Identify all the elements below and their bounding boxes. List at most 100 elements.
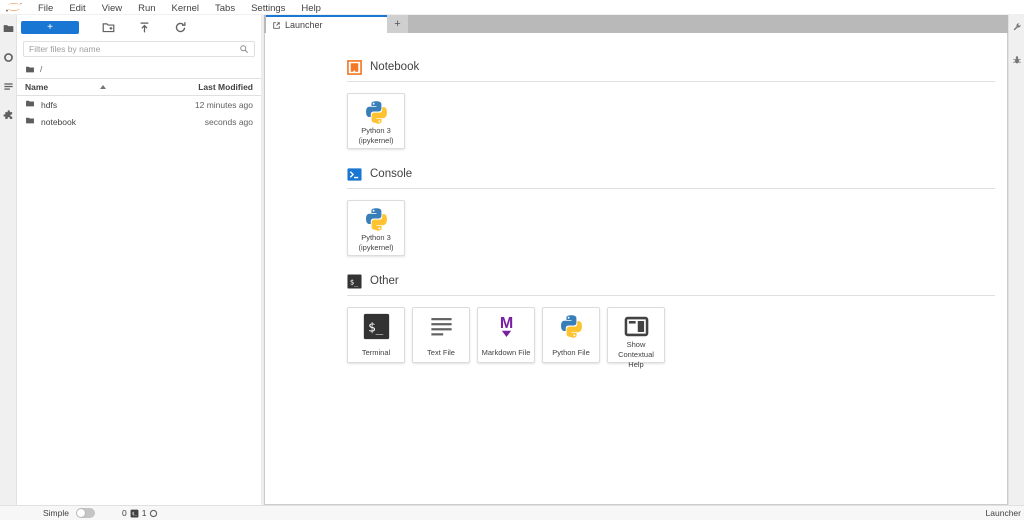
card-row: Python 3 (ipykernel) (347, 200, 995, 256)
running-sessions-icon[interactable] (2, 51, 14, 63)
launcher-card-terminal[interactable]: $_ Terminal (347, 307, 405, 363)
file-row[interactable]: notebookseconds ago (17, 113, 261, 130)
menu-settings[interactable]: Settings (243, 2, 293, 15)
folder-icon (25, 99, 35, 110)
new-tab-button[interactable]: + (387, 15, 408, 33)
menu-file[interactable]: File (30, 2, 61, 15)
card-label: Show Contextual Help (610, 340, 662, 369)
folder-icon (25, 116, 35, 127)
tab-launcher[interactable]: Launcher (266, 15, 387, 33)
table-of-contents-icon[interactable] (2, 80, 14, 92)
file-row[interactable]: hdfs12 minutes ago (17, 96, 261, 113)
markdown-icon: M (493, 313, 520, 340)
terminals-count: 0 (122, 508, 127, 518)
search-icon (239, 44, 249, 54)
launcher-card-text-file[interactable]: Text File (412, 307, 470, 363)
section-divider (347, 81, 995, 82)
folder-icon[interactable] (2, 22, 14, 34)
card-label: Python File (545, 348, 597, 358)
menu-kernel[interactable]: Kernel (164, 2, 207, 15)
simple-mode-toggle[interactable] (76, 508, 95, 518)
breadcrumb[interactable]: / (17, 59, 261, 78)
svg-text:$_: $_ (350, 277, 359, 286)
upload-icon[interactable] (138, 21, 151, 34)
menu-run[interactable]: Run (130, 2, 163, 15)
column-last-modified[interactable]: Last Modified (198, 82, 253, 92)
new-folder-icon[interactable] (102, 21, 115, 34)
menu-edit[interactable]: Edit (61, 2, 93, 15)
svg-text:$_: $_ (131, 511, 137, 517)
right-activity-bar (1008, 15, 1024, 505)
terminal-icon: $_ (363, 313, 390, 340)
terminal-status-icon: $_ (130, 509, 139, 518)
section-title: Other (370, 275, 399, 287)
file-modified: seconds ago (205, 117, 253, 127)
menu-bar: FileEditViewRunKernelTabsSettingsHelp (0, 0, 1024, 15)
toggle-knob (77, 509, 85, 517)
status-bar: Simple 0 $_ 1 Launcher (0, 505, 1024, 520)
launcher-section: Console Python 3 (ipykernel) (347, 166, 995, 256)
left-activity-bar (0, 15, 17, 505)
svg-text:$_: $_ (368, 320, 384, 335)
card-row: $_ Terminal Text File M Markdown File Python … (347, 307, 995, 363)
dock-panel: Launcher + NotebookPython 3 (ipykernel)C… (264, 15, 1008, 505)
menu-help[interactable]: Help (293, 2, 329, 15)
new-launcher-button[interactable]: + (21, 21, 79, 34)
file-browser-toolbar: + (17, 15, 261, 38)
current-activity-label: Launcher (986, 508, 1021, 518)
section-title: Console (370, 168, 412, 180)
running-sessions-status[interactable]: 0 $_ 1 (122, 508, 158, 518)
tab-bar: Launcher + (264, 15, 1008, 33)
file-name: notebook (41, 117, 205, 127)
menu-tabs[interactable]: Tabs (207, 2, 243, 15)
filter-files-input[interactable] (29, 44, 239, 54)
launcher-card-show-contextual-help[interactable]: Show Contextual Help (607, 307, 665, 363)
section-title: Notebook (370, 61, 419, 73)
home-folder-icon (25, 65, 35, 74)
launcher-sections: Notebook Python 3 (ipykernel) Console Pytho… (347, 59, 987, 363)
card-label: Markdown File (480, 348, 532, 358)
notebook-icon (347, 60, 362, 75)
console-icon (347, 167, 362, 182)
file-list: hdfs12 minutes agonotebookseconds ago (17, 96, 261, 130)
text-file-icon (428, 313, 455, 340)
kernel-status-icon (149, 509, 158, 518)
card-row: Python 3 (ipykernel) (347, 93, 995, 149)
card-label: Python 3 (ipykernel) (350, 126, 402, 146)
main-area: + / Name (0, 15, 1024, 505)
file-list-header: Name Last Modified (17, 78, 261, 96)
sort-ascending-icon (100, 85, 106, 89)
column-name[interactable]: Name (25, 82, 198, 92)
debugger-icon[interactable] (1011, 54, 1023, 66)
card-label: Text File (415, 348, 467, 358)
jupyter-logo-icon (4, 1, 26, 14)
card-label: Terminal (350, 348, 402, 358)
launcher-section: $_ Other $_ Terminal Text File M Markdown File… (347, 273, 995, 363)
kernels-count: 1 (142, 508, 147, 518)
simple-mode-label: Simple (43, 508, 69, 518)
menu-view[interactable]: View (94, 2, 130, 15)
launcher-card-python-3-ipykernel-[interactable]: Python 3 (ipykernel) (347, 200, 405, 256)
file-modified: 12 minutes ago (195, 100, 253, 110)
launcher-card-python-3-ipykernel-[interactable]: Python 3 (ipykernel) (347, 93, 405, 149)
svg-text:M: M (499, 314, 512, 332)
refresh-icon[interactable] (174, 21, 187, 34)
file-name: hdfs (41, 100, 195, 110)
filter-files-box (23, 41, 255, 57)
section-divider (347, 295, 995, 296)
python-icon (363, 206, 390, 233)
launcher-card-python-file[interactable]: Python File (542, 307, 600, 363)
launcher-card-markdown-file[interactable]: M Markdown File (477, 307, 535, 363)
section-header: Notebook (347, 59, 995, 75)
tab-label: Launcher (285, 20, 323, 30)
extensions-icon[interactable] (2, 109, 14, 121)
column-name-label: Name (25, 82, 48, 92)
dock-body: Notebook Python 3 (ipykernel) Console Pytho… (264, 33, 1008, 505)
card-label: Python 3 (ipykernel) (350, 233, 402, 253)
terminal-section-icon: $_ (347, 274, 362, 289)
file-browser-panel: + / Name (17, 15, 264, 505)
property-inspector-icon[interactable] (1011, 21, 1023, 33)
launcher-panel: Notebook Python 3 (ipykernel) Console Pytho… (264, 33, 1008, 505)
section-header: $_ Other (347, 273, 995, 289)
launcher-tab-icon (272, 21, 281, 30)
